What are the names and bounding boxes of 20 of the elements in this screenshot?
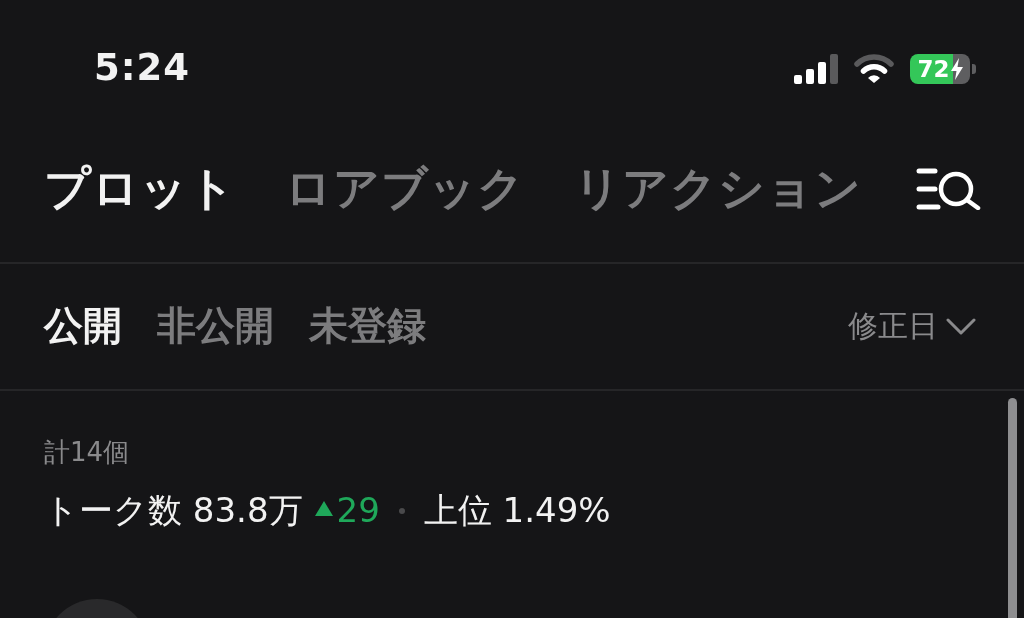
- tab[interactable]: ロアブック: [285, 161, 525, 217]
- separator-dot-icon: [398, 507, 405, 514]
- clock-time: 5:24: [94, 45, 191, 89]
- wifi-icon: [854, 53, 894, 83]
- filter-tab[interactable]: 未登録: [309, 303, 426, 350]
- filter-tab[interactable]: 公開: [44, 303, 122, 350]
- list-search-icon[interactable]: [916, 168, 982, 210]
- rank-percentage: 上位 1.49%: [423, 490, 611, 531]
- sort-dropdown[interactable]: 修正日: [848, 306, 976, 347]
- battery-percentage: 72: [917, 57, 950, 81]
- tab[interactable]: リアクション: [574, 161, 862, 217]
- tab[interactable]: プロット: [44, 161, 236, 217]
- total-count: 計14個: [44, 437, 130, 469]
- chevron-down-icon: [946, 318, 976, 335]
- signal-icon: [794, 54, 838, 84]
- talk-count: トーク数 83.8万: [44, 490, 303, 531]
- filter-tab[interactable]: 非公開: [157, 303, 274, 350]
- bolt-icon: [950, 58, 963, 80]
- change-value: 29: [336, 490, 380, 531]
- triangle-up-icon: [314, 501, 333, 517]
